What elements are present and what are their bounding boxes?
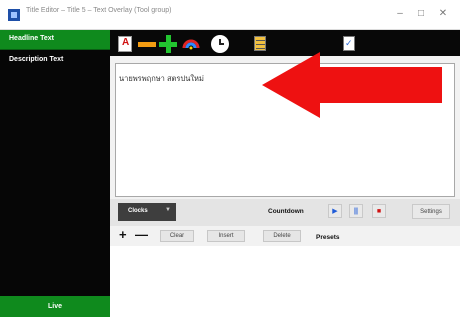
add-preset-icon[interactable]: + — [119, 227, 127, 242]
close-icon[interactable]: ✕ — [436, 8, 450, 19]
sidebar-item-description[interactable]: Description Text — [9, 56, 63, 63]
data-source-icon[interactable] — [254, 36, 266, 51]
insert-button[interactable]: Insert — [207, 230, 245, 242]
spelling-button[interactable]: Spelling — [362, 10, 387, 17]
clocks-dropdown[interactable]: Clocks ▼ — [118, 203, 176, 221]
live-button[interactable]: Live — [0, 296, 110, 317]
sidebar-item-headline[interactable]: Headline Text — [0, 30, 110, 50]
maximize-icon[interactable]: □ — [414, 8, 428, 19]
stop-icon[interactable]: ■ — [372, 204, 386, 218]
settings-button[interactable]: Settings — [412, 204, 450, 219]
minimize-icon[interactable]: – — [393, 8, 407, 19]
text-color-icon[interactable]: A — [118, 36, 132, 52]
delete-button[interactable]: Delete — [263, 230, 301, 242]
presets-label: Presets — [316, 234, 340, 241]
window-title: Title Editor – Title 5 – Text Overlay (T… — [26, 7, 172, 14]
editor-text[interactable]: นายพรพฤกษา สตรปนใหม่ — [119, 73, 204, 85]
pause-icon[interactable]: || — [349, 204, 363, 218]
countdown-label: Countdown — [268, 208, 304, 215]
clear-button[interactable]: Clear — [160, 230, 194, 242]
presets-list[interactable] — [110, 246, 460, 317]
remove-icon[interactable] — [138, 42, 156, 47]
window-titlebar — [0, 0, 460, 30]
chevron-down-icon: ▼ — [165, 207, 171, 213]
sidebar-item-label: Headline Text — [9, 35, 54, 42]
sidebar — [0, 30, 110, 317]
data-source-button[interactable]: Data Source — [272, 10, 310, 17]
color-wheel-icon[interactable] — [182, 36, 200, 52]
spelling-icon[interactable]: ✓ — [343, 36, 355, 51]
app-icon — [8, 9, 20, 21]
live-label: Live — [47, 303, 62, 310]
play-icon[interactable]: ▶ — [328, 204, 342, 218]
clock-icon[interactable] — [211, 35, 229, 53]
remove-preset-icon[interactable]: — — [135, 227, 148, 242]
annotation-arrow-icon — [262, 52, 442, 118]
add-icon[interactable] — [159, 35, 177, 53]
clocks-label: Clocks — [128, 208, 148, 214]
